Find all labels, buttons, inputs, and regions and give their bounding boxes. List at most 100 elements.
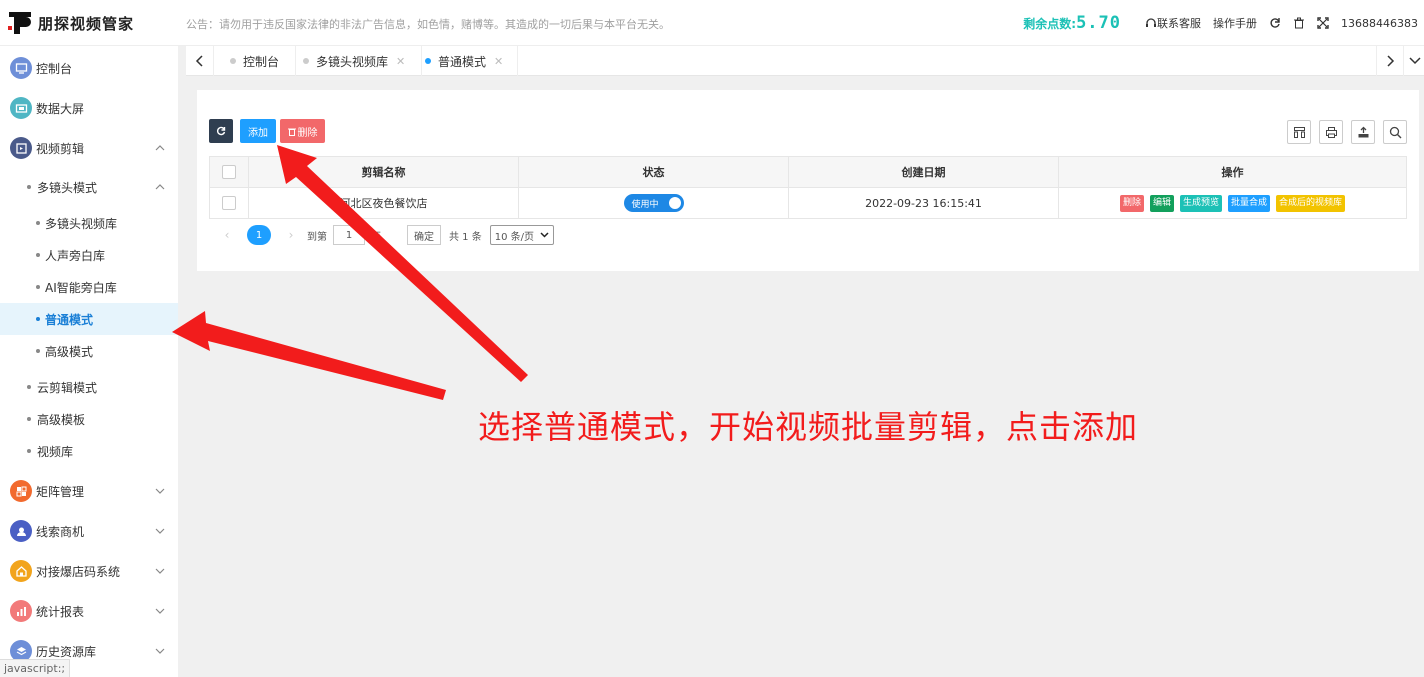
- toggle-knob: [668, 197, 681, 209]
- sidebar-item-ai-voiceover-library[interactable]: AI智能旁白库: [0, 271, 178, 303]
- support-label: 联系客服: [1157, 17, 1202, 30]
- tab-scroll-left[interactable]: [186, 46, 214, 76]
- sidebar-item-data-screen[interactable]: 数据大屏: [0, 88, 178, 128]
- manual-link[interactable]: 操作手册: [1213, 15, 1257, 31]
- top-header: 朋探视频管家 公告：请勿用于违反国家法律的非法广告信息，如色情，赌博等。其造成的…: [0, 0, 1424, 46]
- page-size-select[interactable]: 10 条/页: [489, 225, 555, 245]
- export-icon: [1358, 126, 1368, 137]
- column-header-date[interactable]: 创建日期: [788, 156, 1059, 188]
- chevron-down-icon: [1409, 57, 1421, 65]
- logo-icon: [8, 10, 32, 36]
- row-batch-compose-button[interactable]: 批量合成: [1228, 194, 1271, 212]
- tab-label: 多镜头视频库: [316, 54, 389, 69]
- sidebar-item-console[interactable]: 控制台: [0, 48, 178, 88]
- column-header-status[interactable]: 状态: [518, 156, 789, 188]
- sidebar-item-shop-code[interactable]: 对接爆店码系统: [0, 551, 178, 591]
- sidebar-item-label: 视频剪辑: [36, 141, 85, 156]
- chevron-down-icon: [155, 528, 165, 534]
- sidebar-item-advanced-template[interactable]: 高级模板: [0, 403, 178, 435]
- headset-icon: [1145, 17, 1157, 29]
- main-panel: 添加 删除 剪辑名称 状态 创建日期 操作 河北区夜色餐饮店 使用中 2022-…: [197, 90, 1419, 271]
- search-button[interactable]: [1383, 120, 1407, 144]
- fullscreen-icon[interactable]: [1317, 17, 1329, 29]
- chevron-up-icon: [155, 145, 165, 151]
- sidebar-item-advanced-mode[interactable]: 高级模式: [0, 335, 178, 367]
- sidebar-item-voiceover-library[interactable]: 人声旁白库: [0, 239, 178, 271]
- edit-icon: [10, 137, 32, 159]
- sidebar-item-label: 多镜头视频库: [45, 216, 118, 231]
- sidebar-item-label: 统计报表: [36, 604, 85, 619]
- row-actions: 删除 编辑 生成预览 批量合成 合成后的视频库: [1058, 187, 1407, 219]
- screen-icon: [10, 97, 32, 119]
- arrow-to-normal-mode: [172, 311, 446, 400]
- sidebar-item-label: 矩阵管理: [36, 484, 85, 499]
- column-header-actions: 操作: [1058, 156, 1407, 188]
- sidebar-item-label: 人声旁白库: [45, 248, 106, 263]
- sidebar-group-multi-shot[interactable]: 多镜头模式: [0, 171, 178, 203]
- row-date: 2022-09-23 16:15:41: [788, 187, 1059, 219]
- delete-button[interactable]: 删除: [280, 119, 325, 143]
- sidebar-item-matrix[interactable]: 矩阵管理: [0, 471, 178, 511]
- status-toggle[interactable]: 使用中: [623, 194, 684, 212]
- sidebar-item-leads[interactable]: 线索商机: [0, 511, 178, 551]
- columns-toggle-button[interactable]: [1287, 120, 1311, 144]
- row-checkbox[interactable]: [222, 196, 236, 210]
- support-link[interactable]: 联系客服: [1145, 15, 1201, 31]
- edit-table: 剪辑名称 状态 创建日期 操作 河北区夜色餐饮店 使用中 2022-09-23 …: [209, 156, 1407, 219]
- export-button[interactable]: [1351, 120, 1375, 144]
- sidebar-item-reports[interactable]: 统计报表: [0, 591, 178, 631]
- chevron-down-icon: [155, 488, 165, 494]
- select-all-checkbox[interactable]: [222, 165, 236, 179]
- refresh-button[interactable]: [209, 119, 233, 143]
- page-number-current[interactable]: 1: [247, 225, 271, 245]
- sidebar-item-label: 历史资源库: [36, 644, 97, 659]
- row-preview-button[interactable]: 生成预览: [1179, 194, 1222, 212]
- page-size-value: 10 条/页: [494, 231, 535, 243]
- trash-icon[interactable]: [1293, 17, 1305, 29]
- prev-page-icon[interactable]: ‹: [217, 228, 237, 242]
- delete-label: 删除: [297, 127, 318, 139]
- tab-console[interactable]: 控制台: [214, 46, 297, 76]
- annotation-caption: 选择普通模式，开始视频批量剪辑，点击添加: [478, 408, 1139, 446]
- row-delete-button[interactable]: 删除: [1119, 194, 1144, 212]
- sidebar-item-video-edit[interactable]: 视频剪辑: [0, 128, 178, 168]
- app-logo[interactable]: 朋探视频管家: [8, 10, 134, 36]
- sidebar-item-normal-mode[interactable]: 普通模式: [0, 303, 178, 335]
- tab-multi-shot-library[interactable]: 多镜头视频库 ✕: [289, 46, 423, 76]
- chevron-right-icon: [1387, 55, 1395, 67]
- sidebar-item-label: 高级模式: [45, 344, 94, 359]
- sidebar-item-label: 对接爆店码系统: [36, 564, 121, 579]
- pagination: ‹ 1 › 到第 1 页 确定 共 1 条 10 条/页: [217, 224, 555, 246]
- user-phone[interactable]: 13688446383: [1341, 17, 1418, 30]
- clue-icon: [10, 520, 32, 542]
- sidebar-item-cloud-edit[interactable]: 云剪辑模式: [0, 371, 178, 403]
- search-icon: [1389, 126, 1401, 138]
- add-button[interactable]: 添加: [240, 119, 276, 143]
- close-icon[interactable]: ✕: [396, 55, 405, 68]
- tab-scroll-right[interactable]: [1376, 46, 1404, 76]
- print-button[interactable]: [1319, 120, 1343, 144]
- goto-page-input[interactable]: 1: [333, 225, 365, 245]
- next-page-icon[interactable]: ›: [281, 228, 301, 242]
- row-composed-library-button[interactable]: 合成后的视频库: [1276, 194, 1346, 212]
- tab-normal-mode[interactable]: 普通模式 ✕: [411, 46, 519, 76]
- sidebar-item-label: 高级模板: [37, 412, 86, 427]
- column-header-name[interactable]: 剪辑名称: [248, 156, 519, 188]
- refresh-icon[interactable]: [1269, 17, 1281, 29]
- sidebar-item-label: 数据大屏: [36, 101, 85, 116]
- select-all-cell[interactable]: [209, 156, 249, 188]
- tab-menu-dropdown[interactable]: [1406, 46, 1424, 76]
- grid-icon: [10, 480, 32, 502]
- row-select-cell[interactable]: [209, 187, 249, 219]
- sidebar-item-multi-shot-library[interactable]: 多镜头视频库: [0, 207, 178, 239]
- chevron-down-icon: [155, 648, 165, 654]
- page-suffix: 页: [371, 231, 381, 243]
- goto-confirm-button[interactable]: 确定: [407, 225, 441, 245]
- sidebar-item-label: 云剪辑模式: [37, 380, 98, 395]
- sidebar-item-label: 视频库: [37, 444, 74, 459]
- sidebar-item-video-library[interactable]: 视频库: [0, 435, 178, 467]
- close-icon[interactable]: ✕: [494, 55, 503, 68]
- chevron-left-icon: [195, 55, 203, 67]
- row-edit-button[interactable]: 编辑: [1149, 194, 1174, 212]
- row-status-cell: 使用中: [518, 187, 789, 219]
